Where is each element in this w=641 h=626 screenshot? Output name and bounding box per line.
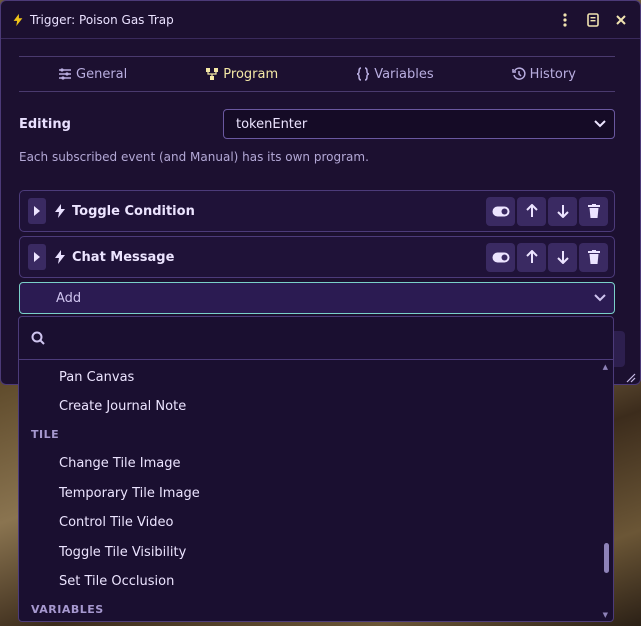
editing-row: Editing tokenEnter xyxy=(19,109,615,139)
tab-history[interactable]: History xyxy=(511,66,576,82)
tab-program[interactable]: Program xyxy=(205,67,278,82)
dropdown-option[interactable]: Temporary Tile Image xyxy=(59,486,200,501)
sliders-icon xyxy=(59,68,72,80)
editing-label: Editing xyxy=(19,116,71,132)
move-down-button[interactable] xyxy=(548,242,577,272)
trash-icon xyxy=(587,250,600,264)
move-up-button[interactable] xyxy=(517,242,546,272)
program-hint: Each subscribed event (and Manual) has i… xyxy=(19,150,369,164)
bolt-icon xyxy=(13,13,23,26)
toggle-icon xyxy=(492,206,509,216)
move-up-button[interactable] xyxy=(517,196,546,226)
tab-history-label: History xyxy=(529,66,576,82)
close-icon[interactable] xyxy=(612,11,630,29)
history-icon xyxy=(511,67,526,80)
tab-general-label: General xyxy=(76,66,128,82)
add-action-dropdown: Pan Canvas Create Journal Note TILE Chan… xyxy=(18,316,614,622)
dropdown-search-input[interactable] xyxy=(55,323,601,353)
scroll-down-arrow-icon[interactable]: ▼ xyxy=(603,611,608,619)
toggle-icon xyxy=(492,252,509,262)
add-action-label: Add xyxy=(56,290,82,306)
dropdown-option[interactable]: Create Journal Note xyxy=(59,399,186,414)
caret-right-icon xyxy=(34,206,40,216)
braces-icon xyxy=(357,67,370,81)
bolt-icon xyxy=(55,204,65,218)
dropdown-option[interactable]: Set Tile Occlusion xyxy=(59,574,174,589)
event-select[interactable]: tokenEnter xyxy=(223,109,615,139)
dropdown-option[interactable]: Toggle Tile Visibility xyxy=(59,545,186,560)
resize-handle-icon[interactable] xyxy=(624,371,636,383)
dropdown-search-row xyxy=(19,317,613,360)
delete-button[interactable] xyxy=(579,242,608,272)
dropdown-option[interactable]: Pan Canvas xyxy=(59,370,134,385)
expand-button[interactable] xyxy=(28,198,46,224)
dropdown-scrollbar-thumb[interactable] xyxy=(604,543,609,573)
arrow-up-icon xyxy=(525,250,538,263)
chevron-down-icon xyxy=(594,294,606,302)
search-icon xyxy=(31,331,45,345)
expand-button[interactable] xyxy=(28,244,46,270)
bolt-icon xyxy=(55,250,65,264)
arrow-down-icon xyxy=(556,251,569,264)
arrow-up-icon xyxy=(525,204,538,217)
window-titlebar[interactable]: Trigger: Poison Gas Trap xyxy=(1,1,640,39)
toggle-button[interactable] xyxy=(486,196,515,226)
tab-program-label: Program xyxy=(223,66,279,82)
chevron-down-icon xyxy=(594,120,606,128)
toggle-button[interactable] xyxy=(486,242,515,272)
program-item-label: Toggle Condition xyxy=(72,203,195,219)
move-down-button[interactable] xyxy=(548,196,577,226)
tab-variables-label: Variables xyxy=(374,66,434,82)
arrow-down-icon xyxy=(556,205,569,218)
tab-bar: General Program Variables History xyxy=(19,56,615,92)
sitemap-icon xyxy=(206,68,219,80)
program-item[interactable]: Chat Message xyxy=(19,236,615,278)
dropdown-option[interactable]: Control Tile Video xyxy=(59,515,173,530)
program-item[interactable]: Toggle Condition xyxy=(19,190,615,232)
notebook-icon[interactable] xyxy=(584,11,602,29)
delete-button[interactable] xyxy=(579,196,608,226)
kebab-menu-icon[interactable] xyxy=(556,11,574,29)
scroll-up-arrow-icon[interactable]: ▲ xyxy=(603,363,608,371)
caret-right-icon xyxy=(34,252,40,262)
dropdown-option[interactable]: Change Tile Image xyxy=(59,456,181,471)
window-title: Trigger: Poison Gas Trap xyxy=(30,12,174,27)
tab-general[interactable]: General xyxy=(58,67,127,82)
trash-icon xyxy=(587,204,600,218)
add-action-select[interactable]: Add xyxy=(19,282,615,314)
tab-variables[interactable]: Variables xyxy=(356,66,434,82)
program-item-label: Chat Message xyxy=(72,249,175,265)
dropdown-group-header: VARIABLES xyxy=(31,603,104,616)
dropdown-group-header: TILE xyxy=(31,428,60,441)
event-select-value: tokenEnter xyxy=(236,116,308,132)
